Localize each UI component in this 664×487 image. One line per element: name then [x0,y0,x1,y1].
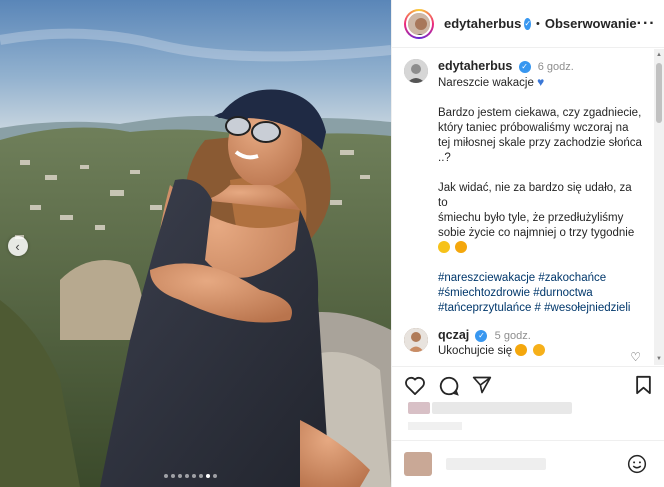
post-actions [392,366,664,402]
comment-body: qczaj ✓ 5 godz. Ukochujcie się [438,328,547,359]
caption-line: sobie życie co najmniej o trzy tygodnie [438,227,635,239]
carousel-dot [171,474,175,478]
carousel-dot [213,474,217,478]
author-username[interactable]: edytaherbus [444,16,521,31]
carousel-dot [199,474,203,478]
scrollbar-thumb[interactable] [656,63,662,123]
heart-icon[interactable] [404,375,426,395]
caption-line: ..? [438,152,451,164]
scroll-down-icon[interactable]: ▼ [656,356,662,362]
blue-heart-icon: ♥ [537,75,545,89]
scroll-up-icon[interactable]: ▲ [656,52,662,58]
hashtags-line[interactable]: #śmiechtozdrowie #durnoctwa [438,286,643,301]
carousel-prev-button[interactable]: ‹ [8,236,28,256]
current-user-avatar [404,452,432,476]
add-comment-row [392,440,664,487]
chevron-left-icon: ‹ [15,238,20,254]
kiss-emoji-icon [532,344,545,356]
emoji-icon[interactable] [627,454,647,474]
caption-line: który taniec próbowaliśmy wczoraj na [438,122,629,134]
hashtags-line[interactable]: #tańceprzytulańce # #wesołejniedzieli [438,301,643,316]
verified-icon: ✓ [475,329,488,342]
carousel-dot-active [206,474,210,478]
carousel-dot [185,474,189,478]
following-button[interactable]: Obserwowanie [545,16,637,31]
add-comment-input[interactable] [446,458,546,470]
comment-icon[interactable] [438,375,460,397]
carousel-dot [192,474,196,478]
verified-icon: ✓ [524,17,532,30]
comment-time: 5 godz. [494,330,531,342]
post-header: edytaherbus ✓ • Obserwowanie ··· [392,0,664,48]
carousel-indicator [164,474,217,478]
comments-scrollbar[interactable]: ▲ ▼ [654,49,664,365]
caption-time: 6 godz. [537,61,574,73]
caption-username[interactable]: edytaherbus [438,59,512,73]
sun-emoji-icon [455,241,468,253]
author-avatar[interactable] [404,8,434,39]
likes-avatar [408,402,430,414]
comment: qczaj ✓ 5 godz. Ukochujcie się ♡ [404,328,643,364]
laughing-emoji-icon [438,241,450,253]
comment-text: Ukochujcie się [438,345,513,357]
hashtags-line[interactable]: #nareszciewakacje #zakochańce [438,271,643,286]
caption: edytaherbus ✓ 6 godz. Nareszcie wakacje … [404,59,643,316]
likes-summary[interactable] [408,402,588,414]
carousel-dot [178,474,182,478]
post-date [408,422,462,430]
likes-text [432,402,572,414]
like-comment-icon[interactable]: ♡ [630,350,641,364]
comments-section: edytaherbus ✓ 6 godz. Nareszcie wakacje … [392,49,655,365]
more-options-icon[interactable]: ··· [637,15,656,33]
comment-avatar[interactable] [404,328,428,352]
caption-body: edytaherbus ✓ 6 godz. Nareszcie wakacje … [438,59,643,316]
caption-line: Bardzo jestem ciekawa, czy zgadniecie, [438,107,642,119]
carousel-dot [164,474,168,478]
caption-avatar[interactable] [404,59,428,83]
verified-icon: ✓ [518,60,531,73]
header-separator: • [536,17,540,30]
share-icon[interactable] [472,375,492,395]
caption-line: Jak widać, nie za bardzo się udało, za t… [438,182,632,209]
bookmark-icon[interactable] [635,375,652,395]
post-side-panel: edytaherbus ✓ • Obserwowanie ··· edytahe… [391,0,664,487]
comment-username[interactable]: qczaj [438,328,469,342]
photo-image [0,0,391,487]
caption-line: tej miłosnej skale przy zachodzie słońca [438,137,642,149]
post-photo[interactable]: ‹ [0,0,391,487]
sun-emoji-icon [515,344,528,356]
caption-line: śmiechu było tyle, że przedłużyliśmy [438,212,624,224]
caption-line: Nareszcie wakacje [438,77,534,89]
caption-text: Nareszcie wakacje ♥ Bardzo jestem ciekaw… [438,75,643,316]
